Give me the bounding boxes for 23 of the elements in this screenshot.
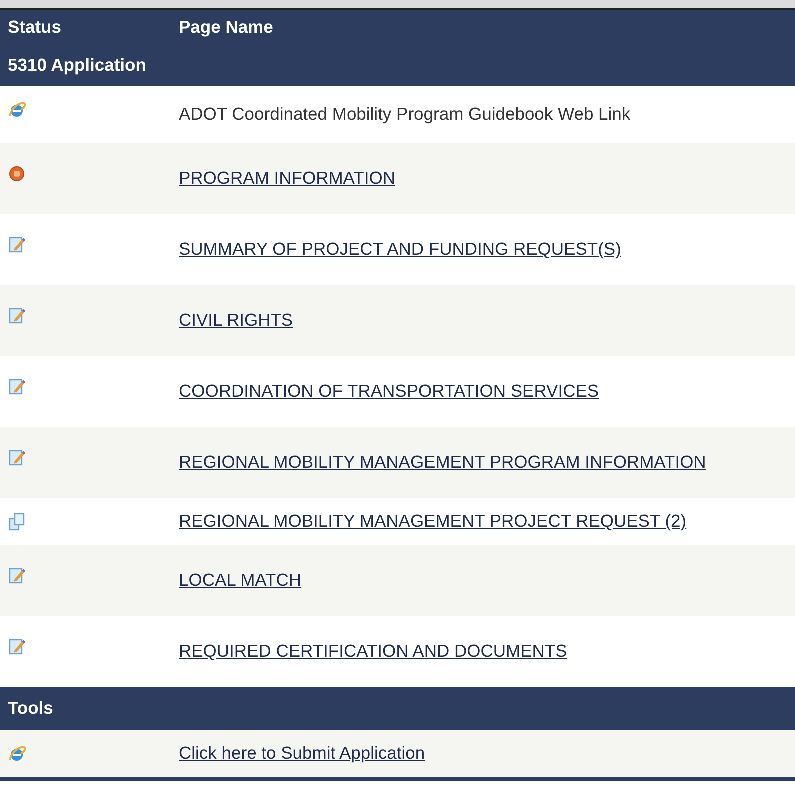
page-link[interactable]: PROGRAM INFORMATION xyxy=(179,168,396,188)
section-header: Tools xyxy=(8,698,54,718)
page-link[interactable]: LOCAL MATCH xyxy=(179,570,302,590)
page-link[interactable]: COORDINATION OF TRANSPORTATION SERVICES xyxy=(179,381,600,402)
edit-document-icon xyxy=(8,236,26,254)
stop-icon xyxy=(8,165,26,184)
page-name: ADOT Coordinated Mobility Program Guidebook Web Link xyxy=(179,104,631,124)
edit-document-icon xyxy=(8,567,26,586)
column-header: Page Name xyxy=(179,16,274,37)
copy-document-icon xyxy=(8,513,26,532)
page-link[interactable]: CIVIL RIGHTS xyxy=(179,310,294,330)
page-link[interactable]: SUMMARY OF PROJECT AND FUNDING REQUEST(S) xyxy=(179,239,622,260)
page-link[interactable]: REQUIRED CERTIFICATION AND DOCUMENTS xyxy=(179,641,568,662)
web-browser-icon xyxy=(8,745,26,764)
edit-document-icon xyxy=(8,378,26,396)
edit-document-icon xyxy=(8,638,26,656)
edit-document-icon xyxy=(8,307,26,326)
page-link[interactable]: Click here to Submit Application xyxy=(179,743,426,764)
column-header: Status xyxy=(8,16,62,37)
page-link[interactable]: REGIONAL MOBILITY MANAGEMENT PROJECT REQUEST (2) xyxy=(179,511,687,532)
web-browser-icon xyxy=(8,101,26,120)
section-header: 5310 Application xyxy=(8,54,146,75)
edit-document-icon xyxy=(8,449,26,468)
